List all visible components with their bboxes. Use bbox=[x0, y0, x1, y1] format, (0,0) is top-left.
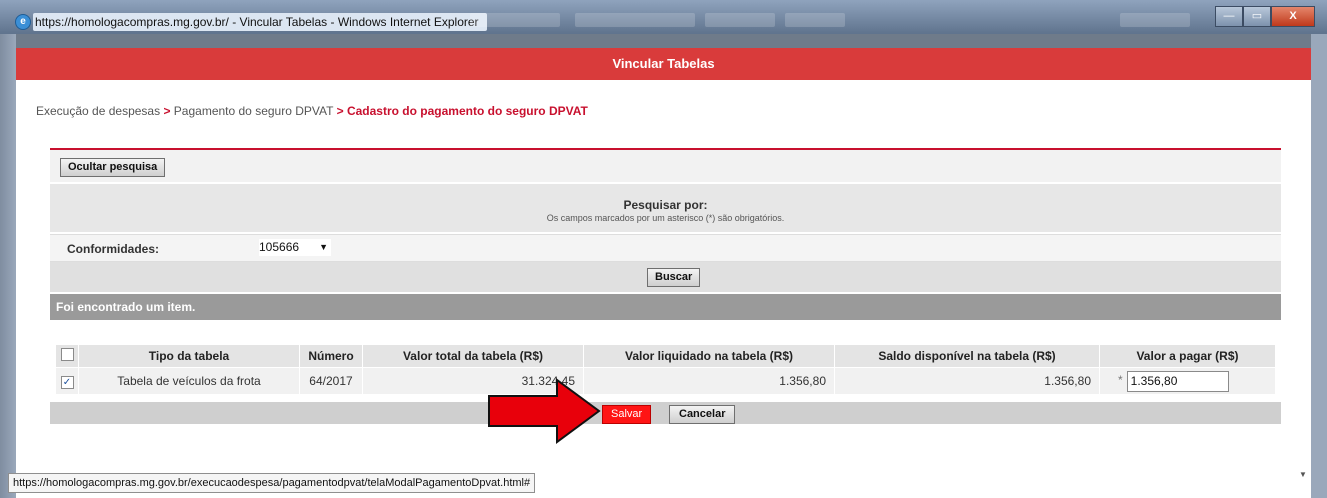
search-heading: Pesquisar por: bbox=[623, 198, 708, 212]
blurred-tab bbox=[575, 13, 695, 27]
red-arrow-icon bbox=[488, 378, 601, 444]
table-header-row: Tipo da tabela Número Valor total da tab… bbox=[55, 344, 1276, 368]
scroll-down-icon[interactable]: ▼ bbox=[1299, 470, 1311, 488]
cancel-button[interactable]: Cancelar bbox=[669, 405, 736, 424]
valor-pagar-input[interactable]: 1.356,80 bbox=[1126, 370, 1229, 392]
window-frame-left bbox=[0, 34, 16, 498]
breadcrumb: Execução de despesas > Pagamento do segu… bbox=[36, 104, 588, 118]
close-button[interactable]: X bbox=[1271, 6, 1315, 27]
window-frame-right bbox=[1311, 34, 1327, 498]
blurred-tab bbox=[705, 13, 775, 27]
modal-header: Vincular Tabelas bbox=[16, 48, 1311, 80]
modal-content: Vincular Tabelas Execução de despesas > … bbox=[16, 48, 1311, 498]
cell-saldo: 1.356,80 bbox=[834, 367, 1100, 395]
breadcrumb-item-current: Cadastro do pagamento do seguro DPVAT bbox=[346, 104, 588, 118]
table-row: ✓ Tabela de veículos da frota 64/2017 31… bbox=[55, 367, 1276, 395]
required-fields-note: Os campos marcados por um asterisco (*) … bbox=[546, 213, 785, 223]
window-controls: — ▭ X bbox=[1215, 6, 1315, 27]
window-title: https://homologacompras.mg.gov.br/ - Vin… bbox=[33, 13, 487, 31]
conformidades-row: Conformidades: 105666 ▼ bbox=[50, 234, 1281, 262]
cell-numero: 64/2017 bbox=[299, 367, 363, 395]
conformidades-select[interactable]: 105666 ▼ bbox=[259, 239, 331, 256]
col-tipo: Tipo da tabela bbox=[78, 344, 300, 368]
blurred-user bbox=[1120, 13, 1190, 27]
conformidades-label: Conformidades: bbox=[67, 242, 160, 256]
search-heading-block: Pesquisar por: Os campos marcados por um… bbox=[50, 184, 1281, 232]
breadcrumb-item-pagamento[interactable]: Pagamento do seguro DPVAT bbox=[174, 104, 333, 118]
breadcrumb-item-execucao[interactable]: Execução de despesas bbox=[36, 104, 160, 118]
toggle-search-bar: Ocultar pesquisa bbox=[50, 150, 1281, 182]
minimize-button[interactable]: — bbox=[1215, 6, 1243, 27]
col-saldo: Saldo disponível na tabela (R$) bbox=[834, 344, 1100, 368]
select-all-checkbox[interactable] bbox=[60, 348, 74, 361]
col-valor-pagar: Valor a pagar (R$) bbox=[1099, 344, 1276, 368]
col-valor-total: Valor total da tabela (R$) bbox=[362, 344, 584, 368]
status-bar-url: https://homologacompras.mg.gov.br/execuc… bbox=[8, 473, 536, 493]
blurred-tab bbox=[785, 13, 845, 27]
results-table: Tipo da tabela Número Valor total da tab… bbox=[55, 344, 1276, 395]
window-titlebar: e https://homologacompras.mg.gov.br/ - V… bbox=[0, 0, 1327, 34]
select-all-cell bbox=[55, 344, 79, 368]
maximize-button[interactable]: ▭ bbox=[1243, 6, 1271, 27]
cell-valor-liquidado: 1.356,80 bbox=[583, 367, 835, 395]
results-summary: Foi encontrado um item. bbox=[50, 294, 1281, 320]
blurred-tab bbox=[470, 13, 560, 27]
conformidades-value: 105666 bbox=[259, 240, 300, 254]
breadcrumb-separator: > bbox=[336, 104, 344, 118]
save-button[interactable]: Salvar bbox=[602, 405, 652, 424]
chevron-down-icon: ▼ bbox=[319, 242, 328, 252]
search-button[interactable]: Buscar bbox=[647, 268, 701, 287]
breadcrumb-separator: > bbox=[163, 104, 171, 118]
col-numero: Número bbox=[299, 344, 363, 368]
hide-search-button[interactable]: Ocultar pesquisa bbox=[60, 158, 166, 177]
search-button-bar: Buscar bbox=[50, 262, 1281, 292]
search-panel: Ocultar pesquisa Pesquisar por: Os campo… bbox=[50, 148, 1281, 426]
col-valor-liquidado: Valor liquidado na tabela (R$) bbox=[583, 344, 835, 368]
row-checkbox[interactable]: ✓ bbox=[60, 375, 74, 389]
internet-explorer-icon: e bbox=[15, 14, 31, 30]
action-bar: Salvar Cancelar bbox=[50, 402, 1281, 424]
row-select-cell: ✓ bbox=[55, 367, 79, 395]
cell-valor-pagar: * 1.356,80 bbox=[1099, 367, 1276, 395]
cell-tipo: Tabela de veículos da frota bbox=[78, 367, 300, 395]
required-asterisk: * bbox=[1118, 373, 1123, 388]
